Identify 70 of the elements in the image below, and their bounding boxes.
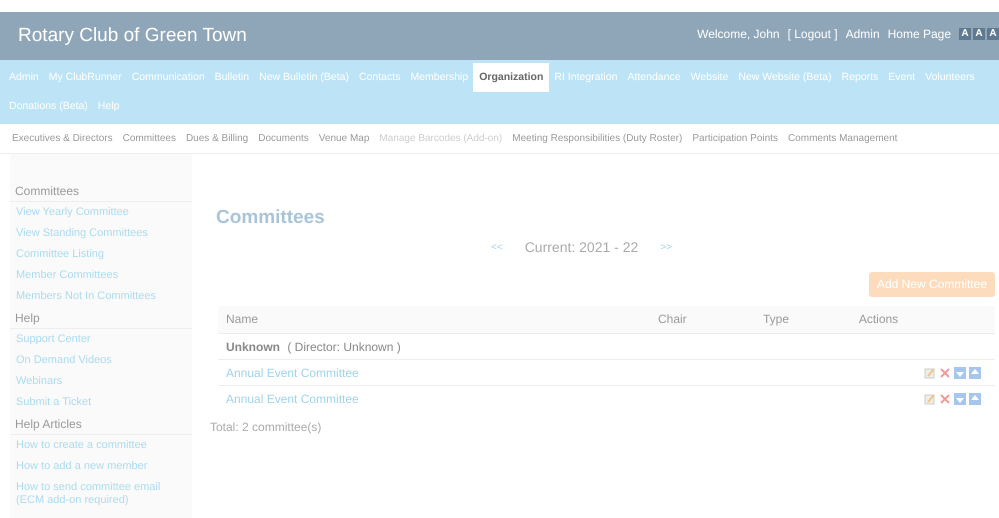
group-name: Unknown — [226, 340, 280, 354]
page-title: Committees — [216, 206, 326, 230]
nav-tab[interactable]: Reports — [836, 63, 884, 92]
nav-tab[interactable]: Bulletin — [210, 63, 254, 92]
logout-link[interactable]: [ Logout ] — [788, 25, 838, 43]
nav-tab[interactable]: My ClubRunner — [44, 63, 127, 92]
column-header: Actions — [858, 306, 995, 334]
column-header: Chair — [658, 306, 714, 334]
sidebar-link[interactable]: View Yearly Committee — [10, 202, 192, 223]
sidebar-link[interactable]: Members Not In Committees — [10, 286, 192, 307]
committee-link[interactable]: Annual Event Committee — [226, 366, 359, 380]
sidebar-link[interactable]: On Demand Videos — [10, 350, 192, 371]
site-title: Rotary Club of Green Town — [18, 24, 247, 48]
committee-link[interactable]: Annual Event Committee — [226, 392, 359, 406]
sidebar-link[interactable]: Webinars — [10, 371, 192, 392]
header-link[interactable]: Admin — [846, 25, 880, 43]
move-up-icon[interactable] — [969, 366, 981, 378]
current-year: Current: 2021 - 22 — [524, 238, 638, 256]
nav-tab[interactable]: New Website (Beta) — [733, 63, 837, 92]
subnav-link[interactable]: Documents — [258, 131, 309, 146]
nav-tab[interactable]: Membership — [405, 63, 474, 92]
font-size-button[interactable]: A — [987, 28, 999, 40]
font-size-button[interactable]: A — [973, 28, 985, 40]
sidebar-link[interactable]: Member Committees — [10, 265, 192, 286]
sidebar-link[interactable]: Committee Listing — [10, 244, 192, 265]
welcome-text: Welcome, John — [697, 26, 780, 43]
sidebar-heading: Committees — [10, 180, 192, 202]
subnav-link[interactable]: Comments Management — [788, 131, 898, 146]
subnav-link[interactable]: Venue Map — [318, 131, 370, 146]
delete-icon[interactable] — [939, 366, 951, 378]
move-up-icon[interactable] — [969, 392, 981, 405]
nav-tab[interactable]: RI Integration — [549, 63, 622, 92]
nav-tab[interactable]: Communication — [126, 63, 210, 92]
nav-tab[interactable]: Organization — [473, 63, 550, 92]
sidebar-heading: Help — [10, 307, 192, 329]
previous-year-link[interactable]: << — [491, 240, 503, 254]
subnav-link[interactable]: Executives & Directors — [12, 131, 113, 146]
sidebar-link[interactable]: How to send committee email (ECM add-on required) — [10, 477, 192, 511]
move-down-icon[interactable] — [954, 366, 966, 378]
next-year-link[interactable]: >> — [660, 240, 672, 254]
header-link[interactable]: Home Page — [888, 25, 951, 43]
nav-tab[interactable]: Help — [92, 92, 124, 121]
nav-tab[interactable]: Attendance — [622, 63, 686, 92]
sidebar-link[interactable]: Support Center — [10, 329, 192, 350]
nav-tab[interactable]: Event — [883, 63, 920, 92]
nav-tab[interactable]: Volunteers — [920, 63, 980, 92]
move-down-icon[interactable] — [954, 392, 966, 405]
add-committee-button[interactable]: Add New Committee — [868, 272, 995, 296]
subnav-link[interactable]: Participation Points — [692, 131, 778, 146]
group-director: ( Director: Unknown ) — [287, 340, 401, 354]
font-size-button[interactable]: A — [959, 28, 971, 40]
nav-tab[interactable]: Admin — [4, 63, 44, 92]
nav-tab[interactable]: Donations (Beta) — [4, 92, 93, 121]
sidebar-link[interactable]: View Standing Committees — [10, 223, 192, 244]
nav-tab[interactable]: Website — [686, 63, 734, 92]
nav-tab[interactable]: Contacts — [354, 63, 406, 92]
subnav-link[interactable]: Meeting Responsibilities (Duty Roster) — [512, 131, 682, 146]
sidebar-link[interactable]: Submit a Ticket — [10, 392, 192, 413]
column-header: Type — [713, 306, 859, 334]
delete-icon[interactable] — [939, 392, 951, 405]
subnav-link[interactable]: Committees — [122, 131, 176, 146]
edit-icon[interactable] — [924, 366, 936, 378]
subnav-link[interactable]: Dues & Billing — [186, 131, 248, 146]
sidebar-heading: Help Articles — [10, 413, 192, 435]
edit-icon[interactable] — [924, 392, 936, 405]
total-count: Total: 2 committee(s) — [210, 418, 322, 436]
column-header: Name — [218, 306, 658, 334]
sidebar-link[interactable]: How to add a new member — [10, 456, 192, 477]
sidebar-link[interactable]: How to create a committee — [10, 435, 192, 456]
nav-tab[interactable]: New Bulletin (Beta) — [254, 63, 354, 92]
